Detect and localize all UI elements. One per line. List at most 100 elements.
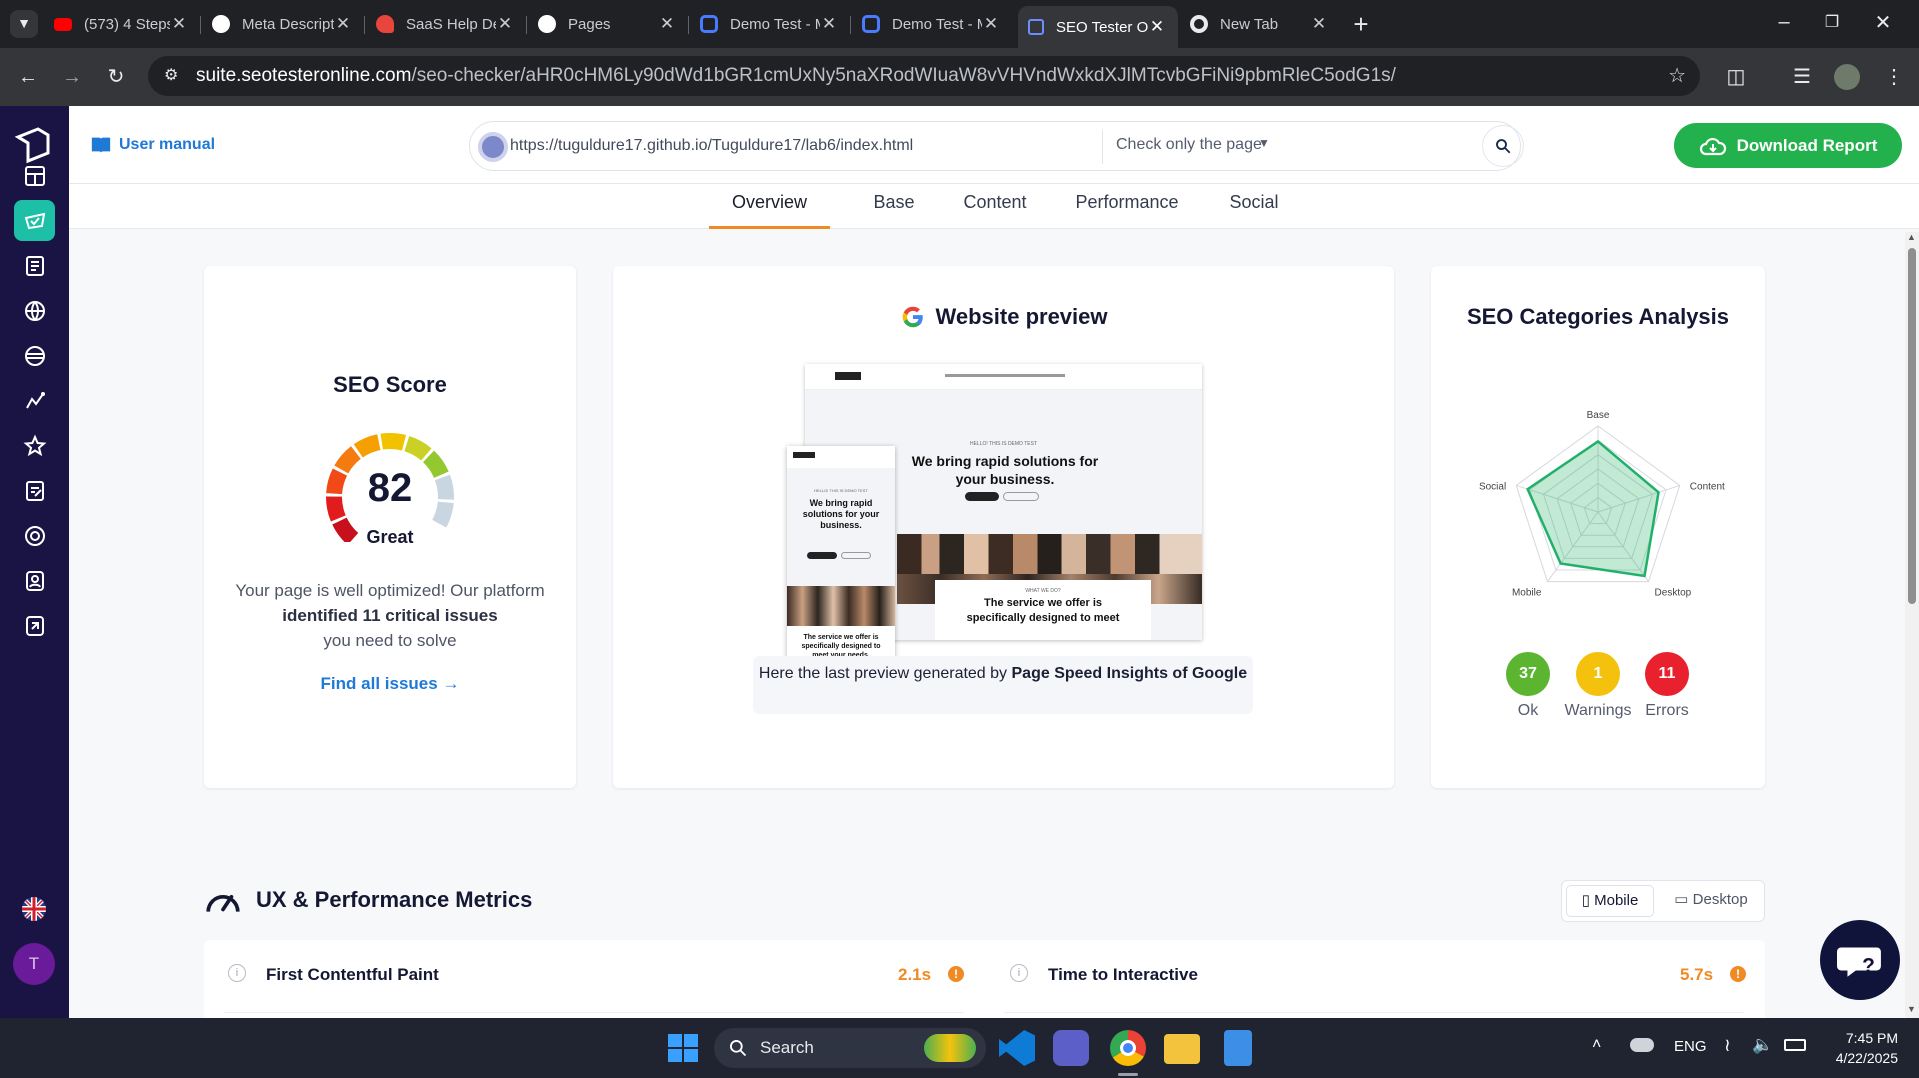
- language-indicator[interactable]: ENG: [1674, 1038, 1707, 1055]
- tab-1[interactable]: (573) 4 Steps to I ✕: [44, 8, 201, 40]
- star-icon[interactable]: [14, 425, 55, 466]
- book-icon: [91, 137, 111, 153]
- tab-4[interactable]: Pages ✕: [528, 8, 689, 40]
- globe-icon[interactable]: [14, 290, 55, 331]
- metric-name: Time to Interactive: [1048, 965, 1198, 984]
- wifi-icon[interactable]: ≀: [1724, 1035, 1731, 1056]
- close-icon[interactable]: ✕: [496, 14, 514, 34]
- url-host: suite.seotesteronline.com: [196, 65, 412, 86]
- bookmark-star-icon[interactable]: ☆: [1668, 56, 1686, 96]
- clock-date[interactable]: 4/22/2025: [1822, 1050, 1898, 1066]
- tab-2[interactable]: Meta Description ✕: [202, 8, 365, 40]
- gauge-segment: [404, 435, 432, 461]
- help-chat-button[interactable]: ?: [1820, 920, 1900, 1000]
- seo-checker-icon[interactable]: [14, 200, 55, 241]
- social-icon[interactable]: [14, 560, 55, 601]
- volume-icon[interactable]: 🔈: [1752, 1035, 1773, 1055]
- gauge-segment: [353, 434, 381, 458]
- tray-overflow-icon[interactable]: ˄: [1592, 1036, 1601, 1054]
- close-icon[interactable]: ✕: [820, 14, 838, 34]
- tab-content[interactable]: Content: [947, 192, 1043, 229]
- extensions-icon[interactable]: ◫: [1722, 63, 1750, 91]
- content-editor-icon[interactable]: [14, 470, 55, 511]
- tab-base[interactable]: Base: [847, 192, 941, 229]
- url-field[interactable]: ⚙ suite.seotesteronline.com/seo-checker/…: [148, 56, 1700, 96]
- scroll-up-arrow[interactable]: ▲: [1907, 232, 1916, 242]
- uk-flag-icon[interactable]: [22, 897, 46, 921]
- search-highlight-icon: [924, 1034, 976, 1062]
- site-info-icon[interactable]: ⚙: [164, 56, 178, 96]
- battery-icon[interactable]: [1784, 1039, 1806, 1051]
- menu-kebab-icon[interactable]: ⋮: [1880, 63, 1908, 91]
- page-scrollbar[interactable]: ▲ ▼: [1905, 232, 1919, 1018]
- onedrive-icon[interactable]: [1630, 1038, 1654, 1052]
- info-icon[interactable]: i: [1010, 964, 1028, 982]
- desktop-toggle-button[interactable]: ▭ Desktop: [1662, 885, 1760, 917]
- tab-5[interactable]: Demo Test - Moc ✕: [690, 8, 851, 40]
- taskbar-search-label: Search: [760, 1038, 814, 1057]
- tab-7-active[interactable]: SEO Tester Onlin ✕: [1018, 6, 1178, 48]
- browser-tab-bar: ▼ (573) 4 Steps to I ✕ Meta Description …: [0, 0, 1919, 48]
- close-icon[interactable]: ✕: [170, 14, 188, 34]
- tab-8-title: New Tab: [1220, 15, 1279, 33]
- download-report-button[interactable]: Download Report: [1674, 123, 1902, 168]
- close-icon[interactable]: ✕: [1148, 17, 1166, 37]
- close-window-icon[interactable]: ✕: [1869, 9, 1897, 37]
- tab-social[interactable]: Social: [1207, 192, 1301, 229]
- close-icon[interactable]: ✕: [658, 14, 676, 34]
- tab-search-icon[interactable]: ▼: [10, 10, 38, 38]
- back-icon[interactable]: ←: [14, 63, 42, 91]
- analyzed-url[interactable]: https://tuguldure17.github.io/Tuguldure1…: [510, 137, 913, 155]
- scroll-down-arrow[interactable]: ▼: [1907, 1004, 1916, 1014]
- new-tab-icon[interactable]: +: [1347, 10, 1375, 38]
- search-button[interactable]: [1482, 125, 1524, 167]
- media-icon[interactable]: ☰: [1788, 63, 1816, 91]
- avatar[interactable]: T: [13, 943, 55, 985]
- metric-value: 2.1s: [898, 965, 932, 984]
- warning-dot-icon: !: [948, 966, 964, 982]
- rank-tracker-icon[interactable]: [14, 380, 55, 421]
- chrome-icon[interactable]: [1110, 1030, 1146, 1066]
- website-preview-title: Website preview: [935, 304, 1108, 329]
- tab-overview[interactable]: Overview: [709, 192, 830, 229]
- close-icon[interactable]: ✕: [334, 14, 352, 34]
- profile-avatar-icon[interactable]: [1834, 64, 1860, 90]
- teams-icon[interactable]: [1053, 1030, 1089, 1066]
- tab-performance[interactable]: Performance: [1055, 192, 1199, 229]
- url-path: /seo-checker/aHR0cHM6Ly90dWd1bGR1cmUxNy5…: [411, 65, 1396, 86]
- google-icon: [902, 306, 923, 328]
- scrollbar-thumb[interactable]: [1908, 248, 1916, 604]
- info-icon[interactable]: i: [228, 964, 246, 982]
- tools-icon[interactable]: [14, 605, 55, 646]
- scope-select[interactable]: Check only the page ▼: [1116, 136, 1276, 158]
- search-icon: [730, 1040, 747, 1057]
- seo-score-card: SEO Score 82 Great Your page is well opt…: [204, 266, 576, 788]
- reload-icon[interactable]: ↻: [102, 63, 130, 91]
- user-manual-link[interactable]: User manual: [89, 134, 215, 156]
- vscode-icon[interactable]: [999, 1030, 1035, 1066]
- windows-taskbar: Search ˄ ENG ≀ 🔈 7:45 PM 4/22/2025: [0, 1018, 1919, 1078]
- taskbar-search[interactable]: Search: [714, 1028, 986, 1068]
- restore-icon[interactable]: ❐: [1818, 9, 1846, 37]
- competitors-icon[interactable]: [14, 515, 55, 556]
- notepad-icon[interactable]: [1224, 1030, 1252, 1066]
- dashboard-icon[interactable]: [14, 155, 55, 196]
- close-icon[interactable]: ✕: [982, 14, 1000, 34]
- clock-time[interactable]: 7:45 PM: [1842, 1030, 1898, 1046]
- windows-start-icon[interactable]: [664, 1030, 700, 1066]
- tab-8[interactable]: New Tab ✕: [1180, 8, 1340, 40]
- github-icon: [538, 15, 556, 33]
- close-icon[interactable]: ✕: [1310, 14, 1328, 34]
- speedometer-icon: [206, 894, 240, 912]
- file-explorer-icon[interactable]: [1164, 1034, 1200, 1064]
- reports-icon[interactable]: [14, 245, 55, 286]
- tab-6[interactable]: Demo Test - Mo ✕: [852, 8, 1012, 40]
- tab-3[interactable]: SaaS Help Desk ✕: [366, 8, 527, 40]
- backlinks-icon[interactable]: [14, 335, 55, 376]
- ok-count-badge: 37: [1506, 652, 1550, 696]
- forward-icon[interactable]: →: [58, 63, 86, 91]
- mobile-toggle-button[interactable]: ▯ Mobile: [1566, 885, 1654, 917]
- find-all-issues-link[interactable]: Find all issues →: [204, 674, 576, 694]
- minimize-icon[interactable]: –: [1770, 8, 1798, 36]
- app-topbar: User manual https://tuguldure17.github.i…: [69, 106, 1919, 184]
